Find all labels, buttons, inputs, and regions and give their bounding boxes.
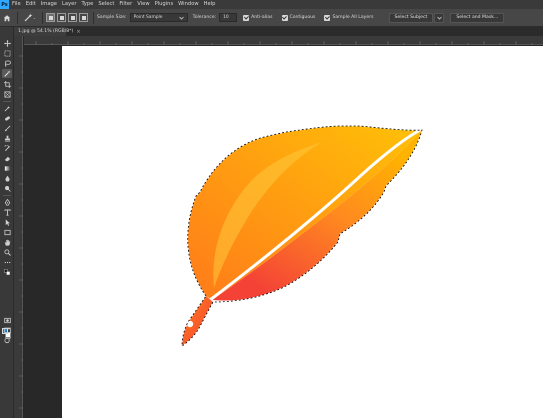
crop-tool-icon[interactable] [2, 80, 12, 89]
menu-window[interactable]: Window [178, 0, 198, 9]
select-and-mask-button[interactable]: Select and Mask... [450, 12, 505, 23]
blur-tool-icon[interactable] [2, 174, 12, 183]
more-tools-icon[interactable] [2, 258, 12, 267]
history-brush-tool-icon[interactable] [2, 144, 12, 153]
marquee-tool-icon[interactable] [2, 49, 12, 58]
menu-filter[interactable]: Filter [119, 0, 132, 9]
checkbox-checked-icon [281, 14, 288, 21]
edit-toolbar-icon[interactable] [2, 336, 12, 345]
toolbar-divider [3, 101, 11, 102]
options-bar: Sample Size: Point Sample Tolerance: 10 … [0, 9, 543, 27]
brush-tool-icon[interactable] [2, 124, 12, 133]
contiguous-label: Contiguous [289, 15, 316, 20]
menu-bar: Ps File Edit Image Layer Type Select Fil… [0, 0, 543, 9]
eraser-tool-icon[interactable] [2, 154, 12, 163]
menu-plugins[interactable]: Plugins [155, 0, 174, 9]
sample-size-label: Sample Size: [97, 15, 127, 20]
select-subject-options-button[interactable] [434, 12, 445, 23]
menu-select[interactable]: Select [98, 0, 114, 9]
eyedropper-tool-icon[interactable] [2, 104, 12, 113]
horizontal-ruler[interactable] [24, 36, 543, 45]
quick-mask-icon[interactable] [2, 316, 12, 325]
feather-artwork [181, 125, 423, 347]
add-to-selection-button[interactable] [57, 13, 66, 22]
clone-stamp-tool-icon[interactable] [2, 134, 12, 143]
pen-tool-icon[interactable] [2, 198, 12, 207]
zoom-tool-icon[interactable] [2, 248, 12, 257]
sample-all-layers-checkbox[interactable]: Sample All Layers [324, 14, 376, 21]
close-icon[interactable]: × [76, 29, 80, 35]
options-divider [93, 11, 94, 24]
document-tab[interactable]: 1.jpg @ 54.1% (RGB/8*) × [14, 27, 81, 36]
sample-size-value: Point Sample [133, 15, 163, 20]
rectangle-tool-icon[interactable] [2, 228, 12, 237]
new-selection-button[interactable] [46, 13, 55, 22]
sample-all-layers-label: Sample All Layers [332, 15, 374, 20]
subtract-from-selection-button[interactable] [68, 13, 77, 22]
frame-tool-icon[interactable] [2, 90, 12, 99]
sample-size-select[interactable]: Point Sample [129, 13, 188, 22]
options-divider [17, 11, 18, 24]
chevron-down-icon [437, 16, 442, 20]
path-selection-tool-icon[interactable] [2, 218, 12, 227]
move-tool-icon[interactable] [2, 39, 12, 48]
document-tab-title: 1.jpg @ 54.1% (RGB/8*) [18, 29, 74, 34]
vertical-ruler[interactable] [14, 36, 23, 418]
tool-preset-picker[interactable] [21, 12, 39, 24]
screen-mode-icon[interactable] [2, 326, 12, 335]
intersect-selection-button[interactable] [79, 13, 88, 22]
menu-layer[interactable]: Layer [62, 0, 76, 9]
options-divider [42, 11, 43, 24]
magic-wand-icon [24, 13, 35, 22]
dodge-tool-icon[interactable] [2, 184, 12, 193]
magic-wand-tool-icon[interactable] [2, 69, 12, 78]
default-colors-icon[interactable] [2, 268, 12, 277]
menu-type[interactable]: Type [81, 0, 93, 9]
hand-tool-icon[interactable] [2, 238, 12, 247]
document-canvas[interactable] [62, 46, 543, 418]
document-tab-bar: 1.jpg @ 54.1% (RGB/8*) × [14, 27, 543, 36]
type-tool-icon[interactable] [2, 208, 12, 217]
checkbox-checked-icon [243, 14, 250, 21]
gradient-tool-icon[interactable] [2, 164, 12, 173]
anti-alias-checkbox[interactable]: Anti-alias [243, 14, 275, 21]
tools-panel [0, 27, 14, 418]
menu-view[interactable]: View [137, 0, 149, 9]
home-icon[interactable] [0, 9, 14, 27]
select-subject-button[interactable]: Select Subject [388, 12, 434, 23]
toolbar-divider [3, 195, 11, 196]
pen-nib [182, 296, 213, 346]
menu-help[interactable]: Help [204, 0, 216, 9]
anti-alias-label: Anti-alias [251, 15, 273, 20]
lasso-tool-icon[interactable] [2, 59, 12, 68]
chevron-down-icon [178, 16, 184, 20]
checkbox-checked-icon [324, 14, 331, 21]
tolerance-label: Tolerance: [192, 15, 217, 20]
menu-image[interactable]: Image [41, 0, 57, 9]
healing-brush-tool-icon[interactable] [2, 114, 12, 123]
contiguous-checkbox[interactable]: Contiguous [281, 14, 319, 21]
tolerance-input[interactable]: 10 [219, 13, 238, 22]
menu-edit[interactable]: Edit [26, 0, 36, 9]
